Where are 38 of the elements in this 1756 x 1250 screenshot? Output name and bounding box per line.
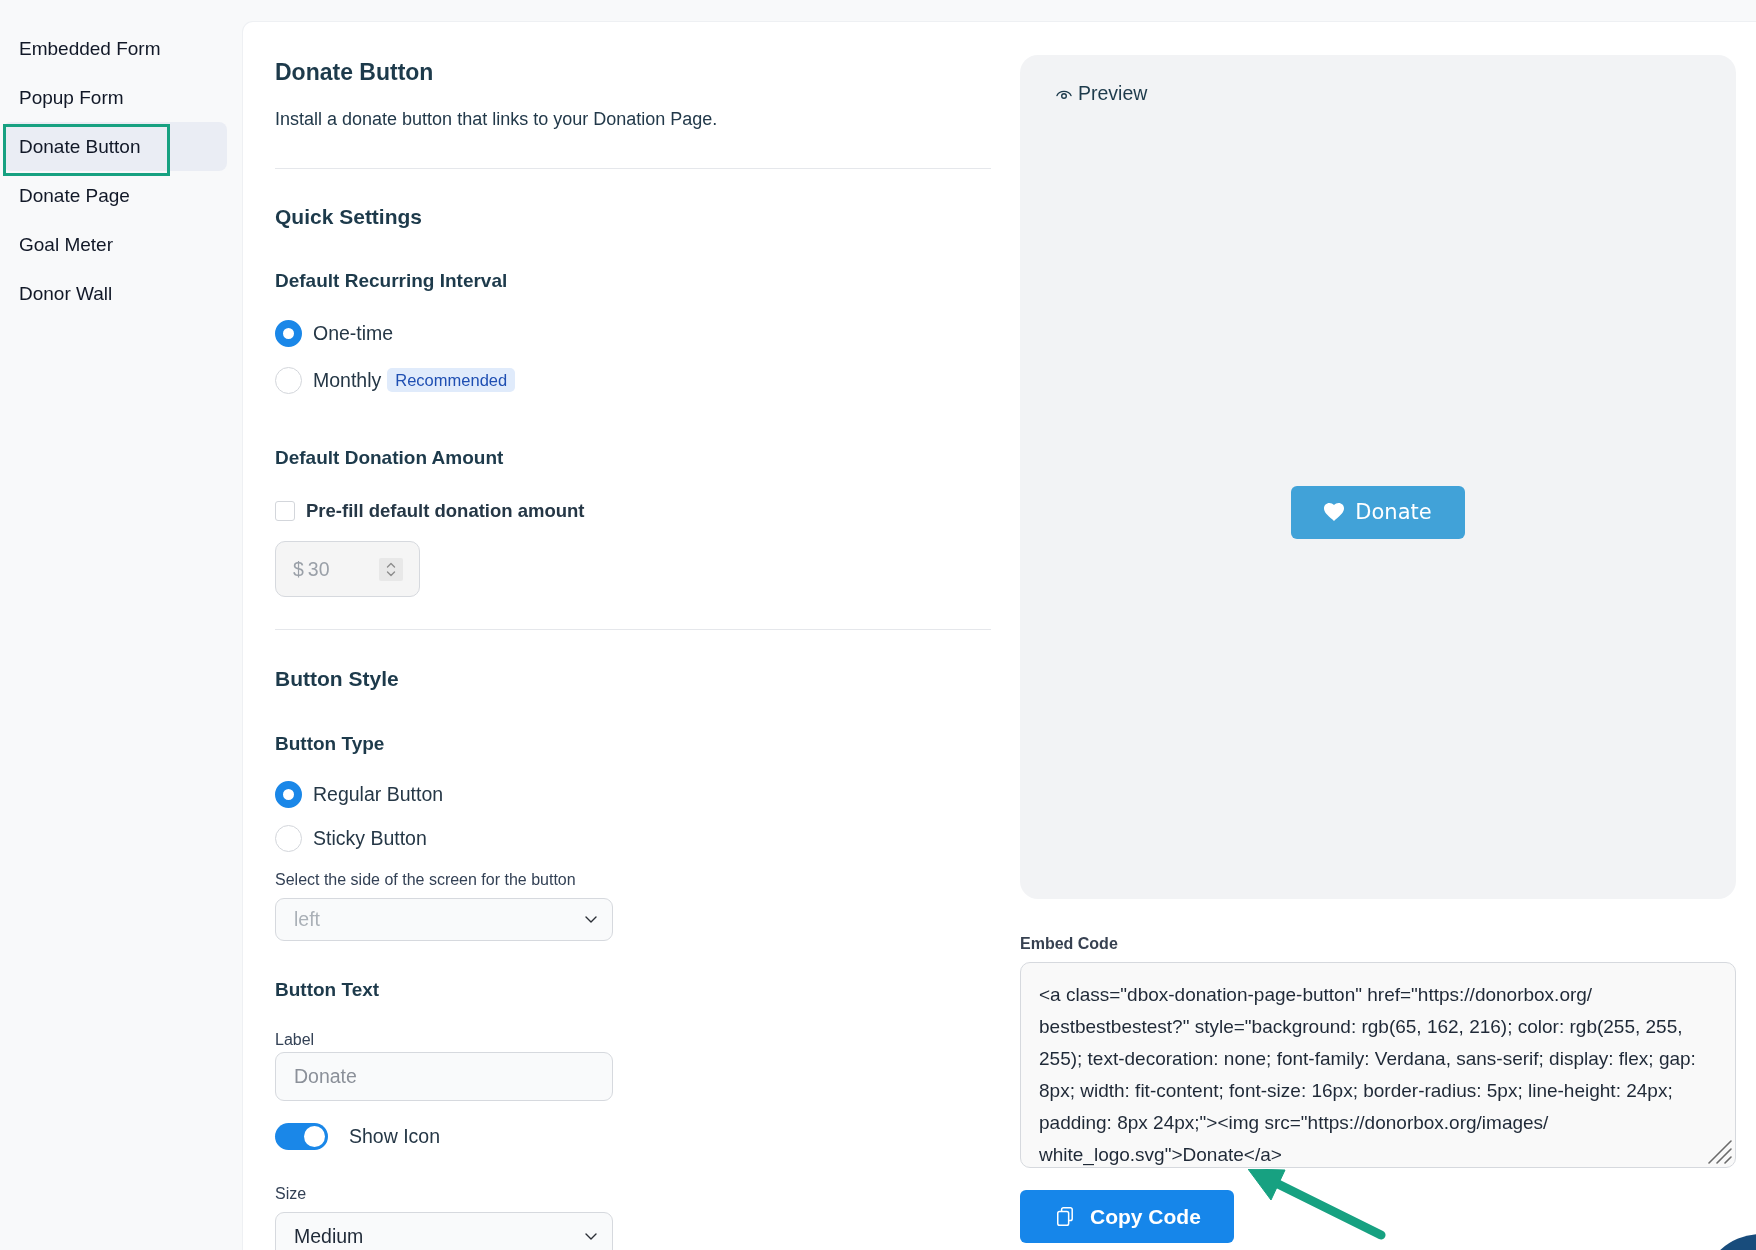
radio-label: Regular Button xyxy=(313,782,444,806)
copy-code-button[interactable]: Copy Code xyxy=(1020,1190,1234,1243)
checkbox[interactable] xyxy=(275,501,295,521)
preview-title: Preview xyxy=(1078,81,1148,105)
radio-button[interactable] xyxy=(275,780,302,808)
group-title: Button Text xyxy=(275,978,380,1002)
group-title: Button Type xyxy=(275,732,385,756)
group-title: Default Recurring Interval xyxy=(275,269,508,293)
sidebar-item[interactable]: Goal Meter xyxy=(3,220,227,269)
recommended-badge: Recommended xyxy=(387,368,516,392)
chevron-down-icon xyxy=(585,1233,597,1240)
field-label: Label xyxy=(275,1030,315,1050)
radio-label: One-time xyxy=(313,321,394,345)
embed-code-field[interactable]: <a class="dbox-donation-page-button" href="https://donorbox.org/bestbestbestest?" style="background: rgb(65, 162, 216); color: rgb(255, 255, 255); text-decoration: none; font-family: Verdana, sans-serif; display: flex; gap: 8px; width: fit-content; font-size: 16px; border-radius: 5px; line-height: 24px; padding: 8px 24px;"><img src="https://donorbox.org/images/white_logo.svg">Donate</a> xyxy=(1020,962,1736,1168)
page-description: Install a donate button that links to your Donation Page. xyxy=(275,108,718,131)
field-label: Size xyxy=(275,1184,307,1204)
section-title: Quick Settings xyxy=(275,204,423,230)
group-title: Default Donation Amount xyxy=(275,446,504,470)
sidebar-item[interactable]: Popup Form xyxy=(3,73,227,122)
copy-icon xyxy=(1057,1207,1073,1226)
embed-code-label: Embed Code xyxy=(1020,934,1118,954)
radio-label: Monthly xyxy=(313,368,382,392)
sidebar-item[interactable]: Donor Wall xyxy=(3,269,227,318)
field-label: Select the side of the screen for the button xyxy=(275,870,576,890)
label-input[interactable]: Donate xyxy=(275,1052,613,1101)
chevron-down-icon xyxy=(585,916,597,923)
heart-icon xyxy=(1324,503,1345,521)
page-title: Donate Button xyxy=(275,58,434,86)
size-select[interactable]: Medium xyxy=(275,1212,613,1250)
section-title: Button Style xyxy=(275,666,399,692)
sidebar-item[interactable]: Embedded Form xyxy=(3,24,227,73)
radio-label: Sticky Button xyxy=(313,826,427,850)
sidebar-item[interactable]: Donate Page xyxy=(3,171,227,220)
toggle-switch[interactable] xyxy=(275,1123,328,1150)
toggle-label: Show Icon xyxy=(349,1125,441,1148)
resize-grip-icon[interactable] xyxy=(1708,1140,1732,1164)
checkbox-label: Pre-fill default donation amount xyxy=(306,500,585,522)
radio-button[interactable] xyxy=(275,319,302,347)
